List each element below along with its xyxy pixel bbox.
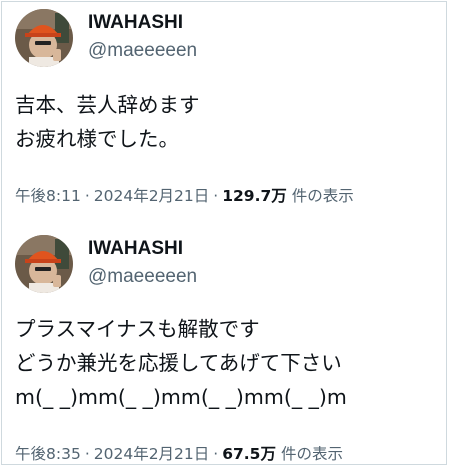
avatar-photo-icon (15, 9, 73, 67)
tweet-meta: 午後8:11 · 2024年2月21日 · 129.7万 件の表示 (15, 184, 354, 206)
tweet-text-line: m(_ _)mm(_ _)mm(_ _)mm(_ _)m (15, 385, 347, 409)
tweet: IWAHASHI @maeeeeen プラスマイナスも解散です どうか兼光を応援… (2, 228, 446, 464)
tweet-time[interactable]: 午後8:35 (15, 445, 81, 463)
tweet-text-line: どうか兼光を応援してあげて下さい (15, 351, 342, 375)
separator: · (213, 445, 219, 463)
tweet-text: 吉本、芸人辞めます お疲れ様でした。 (15, 88, 440, 156)
user-handle[interactable]: @maeeeeen (88, 266, 197, 288)
avatar[interactable] (15, 9, 73, 67)
separator: · (213, 187, 219, 205)
tweet-date[interactable]: 2024年2月21日 (94, 187, 210, 205)
view-count[interactable]: 67.5万 (222, 445, 276, 463)
tweet-text-line: プラスマイナスも解散です (15, 317, 260, 341)
tweet-text: プラスマイナスも解散です どうか兼光を応援してあげて下さい m(_ _)mm(_… (15, 312, 440, 414)
view-count-label: 件の表示 (280, 445, 343, 463)
tweet-date[interactable]: 2024年2月21日 (94, 445, 210, 463)
tweet-text-line: お疲れ様でした。 (15, 127, 179, 151)
tweet-time[interactable]: 午後8:11 (15, 187, 81, 205)
avatar-photo-icon (15, 235, 73, 293)
display-name[interactable]: IWAHASHI (88, 12, 183, 34)
view-count[interactable]: 129.7万 (222, 187, 287, 205)
separator: · (84, 445, 90, 463)
separator: · (84, 187, 90, 205)
display-name[interactable]: IWAHASHI (88, 238, 183, 260)
view-count-label: 件の表示 (291, 187, 354, 205)
tweet-meta: 午後8:35 · 2024年2月21日 · 67.5万 件の表示 (15, 442, 343, 464)
avatar[interactable] (15, 235, 73, 293)
screenshot-frame: IWAHASHI @maeeeeen 吉本、芸人辞めます お疲れ様でした。 午後… (1, 1, 447, 465)
tweet-text-line: 吉本、芸人辞めます (15, 93, 200, 117)
tweet: IWAHASHI @maeeeeen 吉本、芸人辞めます お疲れ様でした。 午後… (2, 2, 446, 228)
user-handle[interactable]: @maeeeeen (88, 40, 197, 62)
